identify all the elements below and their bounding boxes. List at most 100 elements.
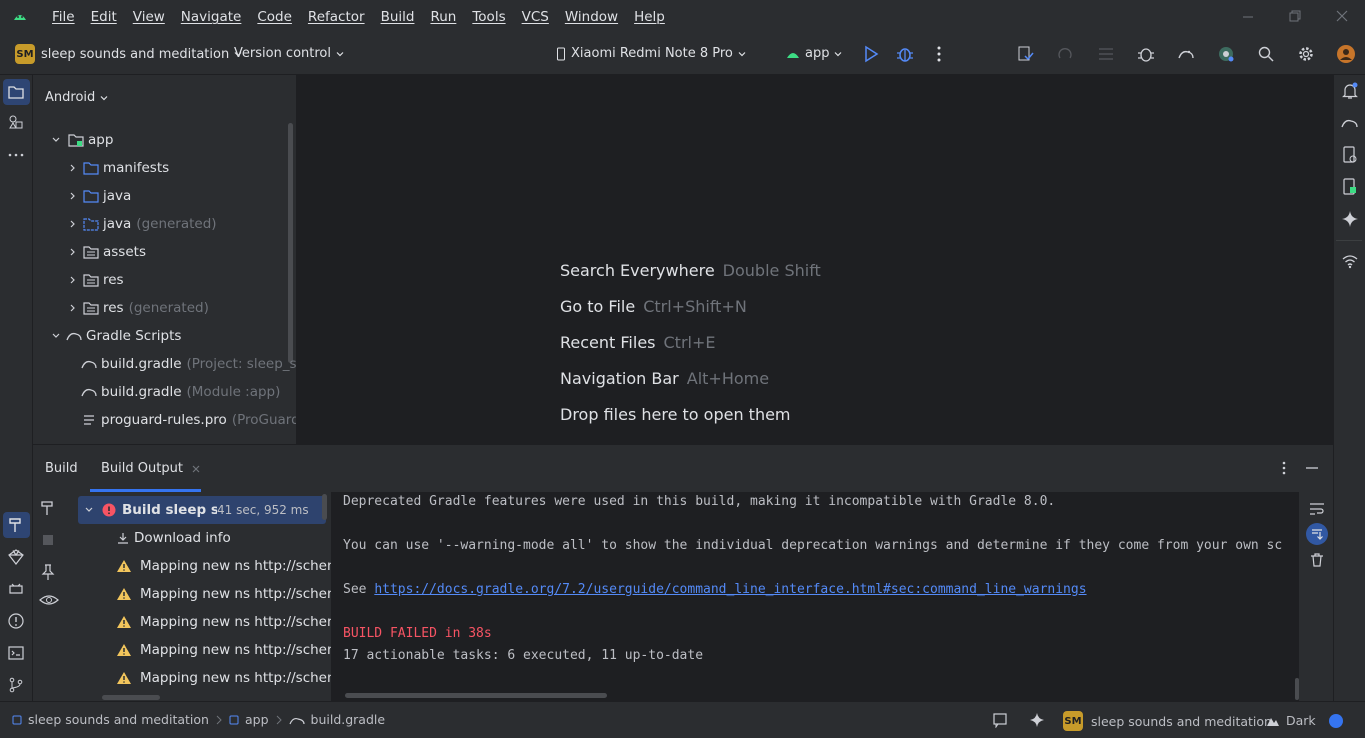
breadcrumb-project[interactable]: sleep sounds and meditation <box>28 712 209 727</box>
build-window-title: Build <box>45 461 78 476</box>
settings-gear-icon[interactable] <box>1296 44 1316 64</box>
attach-debugger-icon[interactable] <box>1136 44 1156 64</box>
tree-node-gradle-scripts[interactable]: Gradle Scripts <box>51 322 181 350</box>
menu-window[interactable]: Window <box>557 9 626 25</box>
tree-scrollbar-v[interactable] <box>322 494 327 520</box>
rebuild-hammer-icon[interactable] <box>39 499 57 517</box>
problems-icon[interactable] <box>6 611 26 631</box>
project-scrollbar[interactable] <box>288 123 293 363</box>
menu-tools[interactable]: Tools <box>464 9 513 25</box>
build-options-icon[interactable] <box>1276 460 1292 476</box>
android-studio-logo-icon <box>12 9 28 23</box>
console-scrollbar-v[interactable] <box>1295 678 1299 700</box>
device-manager-icon[interactable] <box>1216 44 1236 64</box>
docs-link[interactable]: https://docs.gradle.org/7.2/userguide/co… <box>374 582 1086 597</box>
build-root-node[interactable]: Build sleep sou 41 sec, 952 ms <box>66 496 363 524</box>
menu-code[interactable]: Code <box>249 9 300 25</box>
more-tool-windows-icon[interactable] <box>6 145 26 165</box>
stop-icon[interactable] <box>1096 44 1116 64</box>
warning-label: Mapping new ns http://schema <box>140 586 349 602</box>
user-avatar[interactable] <box>1336 44 1356 64</box>
app-quality-icon[interactable] <box>6 547 26 567</box>
resource-manager-icon[interactable] <box>6 112 26 132</box>
menu-run[interactable]: Run <box>422 9 464 25</box>
tree-node-assets[interactable]: assets <box>68 238 146 266</box>
soft-wrap-icon[interactable] <box>1308 501 1326 517</box>
chevron-right-icon <box>216 715 222 724</box>
notifications-icon[interactable] <box>1340 81 1360 101</box>
status-project-selector[interactable]: SM sleep sounds and meditation <box>1063 711 1272 731</box>
theme-icon <box>1267 717 1279 726</box>
tree-node-proguard[interactable]: proguard-rules.pro (ProGuard R <box>81 406 296 434</box>
run-icon[interactable] <box>861 44 881 64</box>
menu-build[interactable]: Build <box>373 9 423 25</box>
terminal-icon[interactable] <box>6 643 26 663</box>
pin-icon[interactable] <box>39 563 57 581</box>
run-config-selector[interactable]: app <box>786 46 842 61</box>
menu-file[interactable]: File <box>44 9 83 25</box>
close-tab-icon[interactable] <box>191 464 201 474</box>
minimize-window-icon[interactable] <box>1238 8 1258 26</box>
tab-build-output[interactable]: Build Output <box>101 461 201 476</box>
download-info-node[interactable]: Download info <box>66 524 363 552</box>
tree-label: Gradle Scripts <box>86 328 182 344</box>
apply-changes-icon[interactable] <box>1016 44 1036 64</box>
warning-node[interactable]: Mapping new ns http://schema <box>66 552 363 580</box>
running-devices-icon[interactable] <box>1340 177 1360 197</box>
console-scrollbar-h[interactable] <box>345 693 607 698</box>
wifi-debug-icon[interactable] <box>1340 251 1360 271</box>
menu-vcs[interactable]: VCS <box>514 9 557 25</box>
theme-selector[interactable]: Dark <box>1266 713 1316 728</box>
ai-sparkle-icon[interactable] <box>1029 712 1045 728</box>
feedback-icon[interactable] <box>992 712 1008 728</box>
hint-search-everywhere: Search Everywhere Double Shift <box>560 261 821 280</box>
tree-node-java[interactable]: java <box>68 182 131 210</box>
menu-view[interactable]: View <box>125 9 173 25</box>
tree-node-res[interactable]: res <box>68 266 124 294</box>
restore-window-icon[interactable] <box>1285 8 1305 26</box>
hide-panel-icon[interactable] <box>1304 460 1320 476</box>
tree-node-manifests[interactable]: manifests <box>68 154 169 182</box>
clear-all-trash-icon[interactable] <box>1309 552 1325 568</box>
status-indicator[interactable] <box>1329 714 1343 728</box>
tree-scrollbar-h[interactable] <box>102 695 160 700</box>
version-control-selector[interactable]: Version control <box>234 46 344 61</box>
menu-navigate[interactable]: Navigate <box>173 9 250 25</box>
git-icon[interactable] <box>6 675 26 695</box>
breadcrumb-file[interactable]: build.gradle <box>311 712 386 727</box>
device-file-explorer-icon[interactable] <box>1340 145 1360 165</box>
menu-help[interactable]: Help <box>626 9 673 25</box>
menu-refactor[interactable]: Refactor <box>300 9 373 25</box>
stop-build-icon[interactable] <box>39 531 57 549</box>
tree-node-java-generated[interactable]: java (generated) <box>68 210 217 238</box>
tree-node-build-gradle-module[interactable]: build.gradle (Module :app) <box>81 378 280 406</box>
gradle-panel-icon[interactable] <box>1340 113 1360 133</box>
scroll-to-end-icon[interactable] <box>1309 526 1325 542</box>
device-selector[interactable]: Xiaomi Redmi Note 8 Pro <box>556 46 746 61</box>
tree-node-build-gradle-project[interactable]: build.gradle (Project: sleep_sou <box>81 350 296 378</box>
more-actions-icon[interactable] <box>929 44 949 64</box>
eye-filter-icon[interactable] <box>39 591 59 609</box>
project-folder-icon[interactable] <box>6 82 26 102</box>
logcat-icon[interactable] <box>6 579 26 599</box>
apply-code-changes-icon[interactable] <box>1056 44 1076 64</box>
gradle-sync-icon[interactable] <box>1176 44 1196 64</box>
close-window-icon[interactable] <box>1332 8 1352 26</box>
project-selector[interactable]: SM sleep sounds and meditation <box>15 44 242 64</box>
search-icon[interactable] <box>1256 44 1276 64</box>
project-view-selector[interactable]: Android <box>45 90 108 105</box>
module-icon <box>12 715 22 724</box>
warning-node[interactable]: Mapping new ns http://schema <box>66 580 363 608</box>
menu-edit[interactable]: Edit <box>83 9 125 25</box>
warning-label: Mapping new ns http://schema <box>140 670 349 686</box>
left-tool-window-bar <box>0 75 33 701</box>
breadcrumb-app[interactable]: app <box>245 712 269 727</box>
tree-node-app[interactable]: app <box>51 126 113 154</box>
warning-node[interactable]: Mapping new ns http://schema <box>66 636 363 664</box>
warning-node[interactable]: Mapping new ns http://schema <box>66 608 363 636</box>
debug-icon[interactable] <box>895 44 915 64</box>
build-hammer-icon[interactable] <box>6 515 26 535</box>
warning-node[interactable]: Mapping new ns http://schema <box>66 664 363 692</box>
tree-node-res-generated[interactable]: res (generated) <box>68 294 209 322</box>
gemini-sparkle-icon[interactable] <box>1340 209 1360 229</box>
